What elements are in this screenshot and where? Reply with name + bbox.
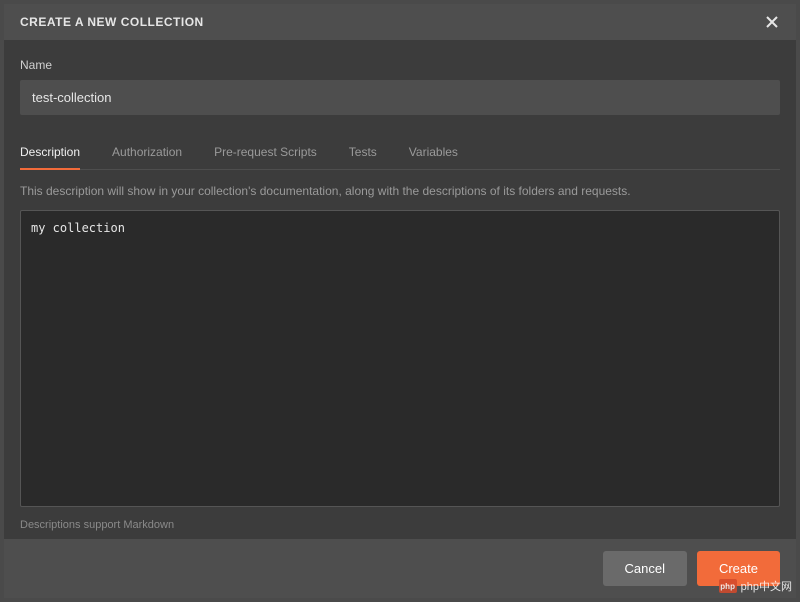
- close-icon[interactable]: [764, 14, 780, 30]
- modal-title: CREATE A NEW COLLECTION: [20, 15, 204, 29]
- create-button[interactable]: Create: [697, 551, 780, 586]
- tab-pre-request-scripts[interactable]: Pre-request Scripts: [214, 135, 317, 169]
- description-help-text: This description will show in your colle…: [20, 184, 780, 198]
- tab-variables[interactable]: Variables: [409, 135, 458, 169]
- markdown-hint: Descriptions support Markdown: [20, 519, 780, 531]
- name-input[interactable]: [20, 80, 780, 115]
- tab-row: Description Authorization Pre-request Sc…: [20, 135, 780, 170]
- modal-header: CREATE A NEW COLLECTION: [4, 4, 796, 40]
- tab-description[interactable]: Description: [20, 135, 80, 169]
- tab-authorization[interactable]: Authorization: [112, 135, 182, 169]
- modal-footer: Cancel Create: [4, 539, 796, 598]
- name-label: Name: [20, 58, 780, 72]
- description-textarea[interactable]: [20, 210, 780, 507]
- tab-tests[interactable]: Tests: [349, 135, 377, 169]
- cancel-button[interactable]: Cancel: [603, 551, 687, 586]
- modal-body: Name Description Authorization Pre-reque…: [4, 40, 796, 539]
- create-collection-modal: CREATE A NEW COLLECTION Name Description…: [4, 4, 796, 598]
